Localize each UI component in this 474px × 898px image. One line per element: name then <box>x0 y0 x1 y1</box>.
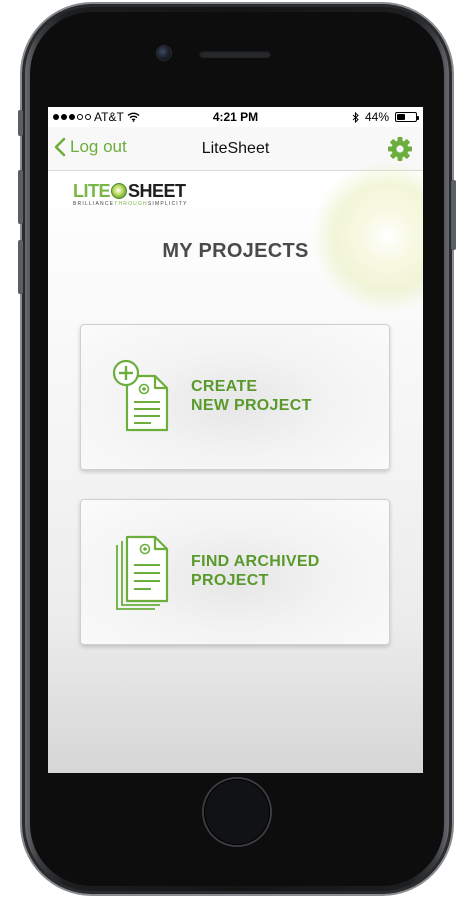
front-camera <box>157 46 171 60</box>
find-project-label: FIND ARCHIVED PROJECT <box>191 552 320 590</box>
document-stack-icon <box>116 535 169 610</box>
create-new-project-button[interactable]: CREATE NEW PROJECT <box>80 324 390 470</box>
find-archived-project-button[interactable]: FIND ARCHIVED PROJECT <box>80 499 390 645</box>
tagline-brilliance: BRILLIANCE <box>73 201 115 207</box>
bulb-glow-decoration <box>313 162 423 312</box>
main-content: LITE SHEET BRILLIANCETHROUGHSIMPLICITY M… <box>48 162 423 773</box>
status-right: 44% <box>352 110 419 124</box>
battery-percent: 44% <box>364 110 389 124</box>
find-label-line2: PROJECT <box>191 572 269 589</box>
earpiece-speaker <box>199 50 271 58</box>
create-project-label: CREATE NEW PROJECT <box>191 377 312 415</box>
battery-icon <box>395 112 419 122</box>
logo-wordmark: LITE SHEET <box>73 182 203 200</box>
power-button <box>451 180 456 250</box>
logo-word-sheet: SHEET <box>128 181 186 201</box>
lightbulb-icon <box>111 183 127 199</box>
phone-screen: AT&T 4:21 PM 44% Log out LiteSheet LITE … <box>48 107 423 773</box>
create-label-line1: CREATE <box>191 378 258 395</box>
new-document-plus-icon <box>112 359 169 432</box>
tagline-through: THROUGH <box>114 201 148 207</box>
home-button[interactable] <box>204 779 270 845</box>
volume-down-button <box>18 240 23 294</box>
litesheet-logo: LITE SHEET BRILLIANCETHROUGHSIMPLICITY <box>73 182 203 207</box>
gear-icon[interactable] <box>387 136 413 162</box>
page-title: MY PROJECTS <box>162 240 309 262</box>
mute-switch <box>18 110 23 136</box>
volume-up-button <box>18 170 23 224</box>
bluetooth-icon <box>352 111 359 123</box>
logo-tagline: BRILLIANCETHROUGHSIMPLICITY <box>73 201 203 207</box>
tagline-simplicity: SIMPLICITY <box>147 201 188 207</box>
battery-fill <box>397 114 405 120</box>
status-bar: AT&T 4:21 PM 44% <box>48 107 423 127</box>
nav-title: LiteSheet <box>201 140 270 157</box>
find-label-line1: FIND ARCHIVED <box>191 553 320 570</box>
logo-word-lite: LITE <box>73 181 111 201</box>
create-label-line2: NEW PROJECT <box>191 397 312 414</box>
